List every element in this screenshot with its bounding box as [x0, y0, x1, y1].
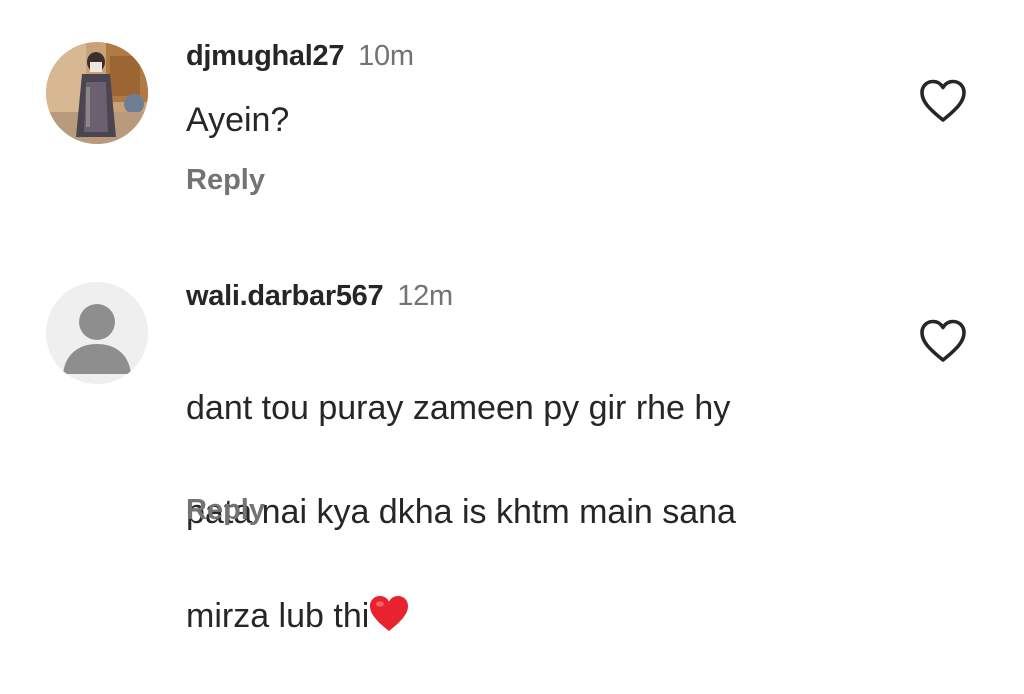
like-button[interactable]	[918, 318, 968, 364]
red-heart-emoji-icon	[370, 596, 409, 631]
reply-button[interactable]: Reply	[186, 494, 265, 527]
comment-time: 12m	[397, 280, 453, 312]
comment-text-fragment: mirza lub thi	[186, 597, 370, 635]
comment-text: dant tou puray zameen py gir rhe hy pata…	[186, 330, 906, 694]
heart-outline-icon	[920, 319, 966, 362]
comment-username[interactable]: wali.darbar567 12m	[186, 280, 453, 313]
comment-text-line: dant tou puray zameen py gir rhe hy	[186, 389, 731, 427]
username-text[interactable]: wali.darbar567	[186, 280, 384, 312]
avatar[interactable]	[46, 282, 148, 384]
comment-item: wali.darbar567 12m dant tou puray zameen …	[0, 0, 1024, 635]
default-avatar-icon	[46, 282, 148, 384]
comment-text-line: mirza lub thi	[186, 590, 906, 642]
comment-text-line: pata nai kya dkha is khtm main sana	[186, 493, 736, 531]
